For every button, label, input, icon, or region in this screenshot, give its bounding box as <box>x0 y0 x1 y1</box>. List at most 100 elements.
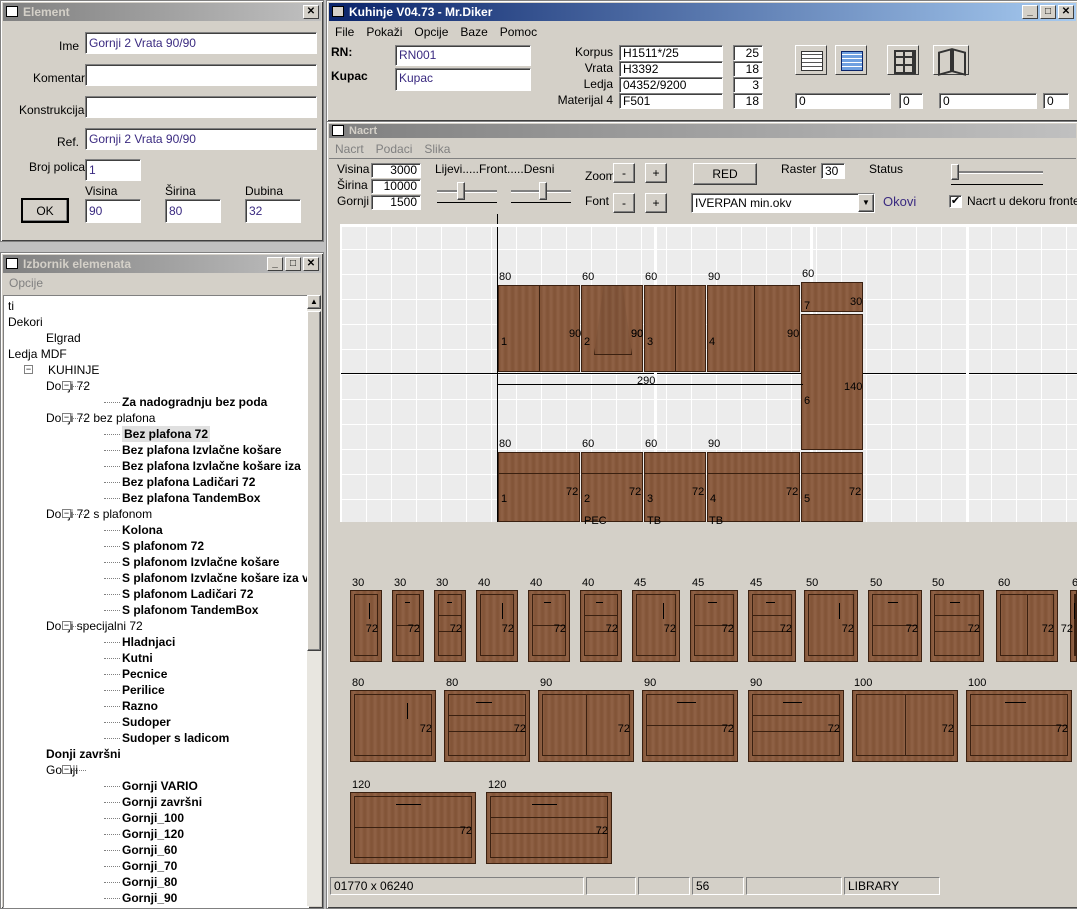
gornji-field[interactable]: 1500 <box>371 195 421 210</box>
zoom-plus-button[interactable]: + <box>645 163 667 183</box>
tree-scrollbar[interactable]: ▲ <box>307 295 321 906</box>
library-cabinet[interactable]: 72 <box>748 690 844 762</box>
library-cabinet[interactable]: 72 <box>538 690 634 762</box>
tree-collapse-icon[interactable]: − <box>24 365 33 374</box>
scroll-thumb[interactable] <box>307 311 321 651</box>
extra-field-3[interactable]: 0 <box>939 93 1037 109</box>
library-cabinet[interactable]: 72 <box>350 690 436 762</box>
izbornik-titlebar[interactable]: Izbornik elemenata _ □ ✕ <box>3 255 321 273</box>
library-cabinet[interactable]: 72 <box>642 690 738 762</box>
library-cabinet[interactable]: 72 <box>580 590 622 662</box>
material-code-field[interactable]: H3392 <box>619 61 723 77</box>
right-slider[interactable] <box>511 182 571 203</box>
tree-item[interactable]: Kolona <box>122 522 163 538</box>
nacrt-titlebar[interactable]: Nacrt <box>329 124 1076 138</box>
menu-podaci[interactable]: Podaci <box>376 142 413 156</box>
table-icon[interactable] <box>835 45 867 75</box>
tree-item[interactable]: Elgrad <box>46 330 81 346</box>
slider-thumb[interactable] <box>539 182 547 200</box>
tree-collapse-icon[interactable]: − <box>62 621 71 630</box>
tree-item[interactable]: Gornji_70 <box>122 858 177 874</box>
chevron-down-icon[interactable]: ▼ <box>858 194 874 212</box>
tree-item[interactable]: Donji završni <box>46 746 121 762</box>
tree-item[interactable]: Donji specijalni 72 <box>46 618 143 634</box>
tree-item[interactable]: S plafonom 72 <box>122 538 204 554</box>
maximize-icon[interactable]: □ <box>1040 5 1056 19</box>
tree-item[interactable]: Pecnice <box>122 666 167 682</box>
visina-field[interactable]: 3000 <box>371 163 421 178</box>
close-icon[interactable]: ✕ <box>303 5 319 19</box>
tree-item[interactable]: Gornji_90 <box>122 890 177 906</box>
menu-baze[interactable]: Baze <box>460 25 487 39</box>
tree-item[interactable]: Bez plafona 72 <box>122 426 211 442</box>
tree-collapse-icon[interactable]: − <box>62 381 71 390</box>
tree-item[interactable]: Kutni <box>122 650 153 666</box>
tree-item[interactable]: S plafonom Izvlačne košare <box>122 554 279 570</box>
library-cabinet[interactable]: 72 <box>434 590 466 662</box>
library-cabinet[interactable]: 72 <box>444 690 530 762</box>
tree-item[interactable]: Gornji_100 <box>122 810 184 826</box>
tree-item[interactable]: S plafonom Izvlačne košare iza v <box>122 570 308 586</box>
extra-field-4[interactable]: 0 <box>1043 93 1069 109</box>
library-cabinet[interactable]: 72 <box>486 792 612 864</box>
tree-item[interactable]: KUHINJE <box>48 362 99 378</box>
sirina-field[interactable]: 10000 <box>371 179 421 194</box>
material-code-field[interactable]: 04352/9200 <box>619 77 723 93</box>
library-cabinet[interactable]: 72 <box>392 590 424 662</box>
tree-item[interactable]: Razno <box>122 698 158 714</box>
tree-item[interactable]: Hladnjaci <box>122 634 175 650</box>
material-thickness-field[interactable]: 18 <box>733 93 763 109</box>
library-cabinet[interactable]: 72 <box>868 590 922 662</box>
menu-slika[interactable]: Slika <box>424 142 450 156</box>
library-cabinet[interactable]: 72 <box>852 690 958 762</box>
visina-field[interactable]: 90 <box>85 199 141 223</box>
slider-thumb[interactable] <box>951 164 959 180</box>
tree-item[interactable]: Bez plafona Izvlačne košare iza <box>122 458 301 474</box>
menu-nacrt[interactable]: Nacrt <box>335 142 364 156</box>
kitchen-drawing[interactable]: 80 60 60 90 1 2 3 4 90 90 90 90 60 7 30 6 140 290 80 60 60 90… <box>340 214 1077 527</box>
font-minus-button[interactable]: - <box>613 193 635 213</box>
tree-collapse-icon[interactable]: − <box>62 413 71 422</box>
library-cabinet[interactable]: 72 <box>748 590 796 662</box>
element-tree[interactable]: ti Dekori Elgrad Ledja MDF KUHINJE − Donji 72−… <box>3 295 309 908</box>
menu-pomoc[interactable]: Pomoc <box>500 25 537 39</box>
komentar-field[interactable] <box>85 64 317 86</box>
raster-field[interactable]: 30 <box>821 163 845 179</box>
tree-item[interactable]: Gornji VARIO <box>122 778 198 794</box>
material-thickness-field[interactable]: 25 <box>733 45 763 61</box>
library-cabinet[interactable]: 72 <box>632 590 680 662</box>
tree-item[interactable]: Dekori <box>8 314 43 330</box>
status-slider[interactable] <box>951 164 1043 185</box>
close-icon[interactable]: ✕ <box>303 257 319 271</box>
tree-collapse-icon[interactable]: − <box>62 765 71 774</box>
main-titlebar[interactable]: Kuhinje V04.73 - Mr.Diker _ □ ✕ <box>329 3 1076 21</box>
nacrt-dekor-checkbox[interactable]: ✔ <box>949 195 962 208</box>
tree-item[interactable]: Gornji_80 <box>122 874 177 890</box>
element-titlebar[interactable]: Element ✕ <box>3 3 321 21</box>
tree-item[interactable]: Gornji završni <box>122 794 202 810</box>
sirina-field[interactable]: 80 <box>165 199 221 223</box>
okovi-select[interactable]: IVERPAN min.okv ▼ <box>691 193 875 213</box>
extra-field-1[interactable]: 0 <box>795 93 891 109</box>
library-cabinet[interactable]: 72 <box>350 792 476 864</box>
library-cabinet[interactable]: 72 <box>476 590 518 662</box>
cabinet-list-icon[interactable] <box>795 45 827 75</box>
tree-item[interactable]: Za nadogradnju bez poda <box>122 394 267 410</box>
red-button[interactable]: RED <box>693 163 757 185</box>
library-cabinet[interactable]: 72 <box>350 590 382 662</box>
konstrukcija-field[interactable] <box>85 96 317 118</box>
menu-file[interactable]: File <box>335 25 354 39</box>
menu-pokaži[interactable]: Pokaži <box>366 25 402 39</box>
tree-item[interactable]: Gornji_60 <box>122 842 177 858</box>
tree-item[interactable]: Bez plafona Ladičari 72 <box>122 474 255 490</box>
dubina-field[interactable]: 32 <box>245 199 301 223</box>
doors-icon[interactable] <box>933 45 969 76</box>
library-cabinet[interactable]: 72 <box>966 690 1072 762</box>
tree-item[interactable]: Gornji_120 <box>122 826 184 842</box>
rn-field[interactable]: RN001 <box>395 45 531 66</box>
library-cabinet[interactable]: 72 <box>996 590 1058 662</box>
tree-item[interactable]: Bez plafona Izvlačne košare <box>122 442 281 458</box>
close-icon[interactable]: ✕ <box>1058 5 1074 19</box>
material-code-field[interactable]: H1511*/25 <box>619 45 723 61</box>
tree-item[interactable]: Bez plafona TandemBox <box>122 490 260 506</box>
